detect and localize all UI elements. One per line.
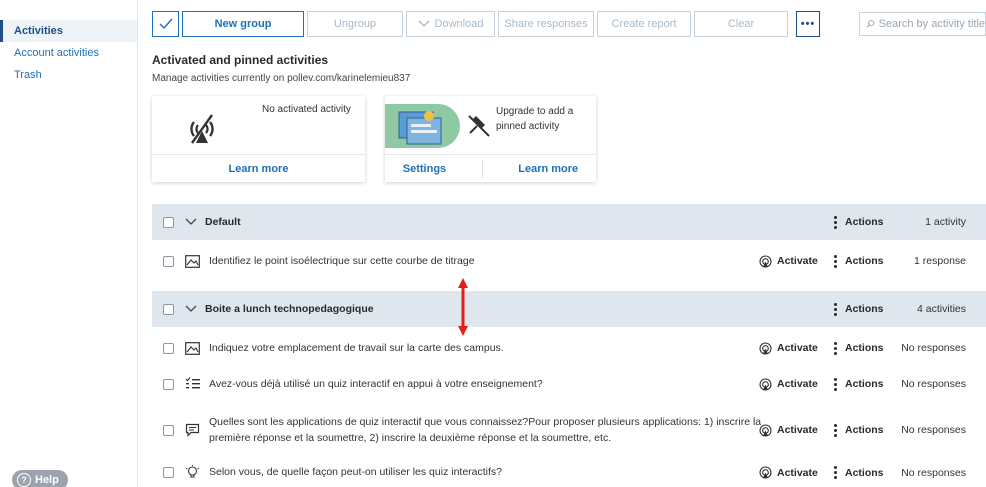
open-ended-icon bbox=[184, 422, 200, 438]
page-title: Activated and pinned activities bbox=[152, 53, 329, 67]
broadcast-off-icon bbox=[190, 114, 214, 144]
kebab-icon bbox=[834, 341, 837, 355]
group-name: Default bbox=[205, 216, 241, 228]
row-checkbox[interactable] bbox=[163, 424, 174, 436]
sidebar-item-activities[interactable]: Activities bbox=[0, 20, 137, 42]
help-button[interactable]: ? Help bbox=[12, 470, 68, 487]
activity-title[interactable]: Quelles sont les applications de quiz in… bbox=[209, 414, 761, 447]
help-icon: ? bbox=[17, 473, 31, 487]
row-checkbox[interactable] bbox=[163, 255, 174, 267]
kebab-icon bbox=[834, 254, 837, 268]
row-actions-menu[interactable]: Actions bbox=[834, 377, 884, 391]
activity-title[interactable]: Avez-vous déjà utilisé un quiz interacti… bbox=[209, 376, 543, 392]
row-actions-menu[interactable]: Actions bbox=[834, 254, 884, 268]
activated-message: No activated activity bbox=[262, 104, 351, 115]
help-label: Help bbox=[35, 474, 59, 486]
row-checkbox[interactable] bbox=[163, 467, 174, 478]
activity-title[interactable]: Selon vous, de quelle façon peut-on util… bbox=[209, 464, 502, 480]
pinned-illustration bbox=[385, 104, 460, 148]
annotation-arrow bbox=[458, 278, 468, 336]
response-count: 1 response bbox=[914, 255, 966, 267]
toolbar: New group Ungroup Download Share respons… bbox=[152, 11, 823, 37]
broadcast-icon bbox=[759, 377, 772, 391]
group-row-default[interactable]: Default Actions 1 activity bbox=[152, 204, 986, 240]
image-icon bbox=[184, 253, 200, 269]
pinned-activity-card: Upgrade to add a pinned activity Setting… bbox=[385, 96, 596, 182]
settings-link[interactable]: Settings bbox=[403, 163, 446, 175]
lightbulb-icon bbox=[184, 465, 200, 481]
group-checkbox[interactable] bbox=[163, 303, 174, 315]
response-count: No responses bbox=[901, 342, 966, 354]
clear-button[interactable]: Clear bbox=[694, 11, 788, 37]
kebab-icon bbox=[834, 466, 837, 479]
activate-button[interactable]: Activate bbox=[759, 377, 818, 391]
download-button[interactable]: Download bbox=[406, 11, 495, 37]
list-item[interactable]: Identifiez le point isoélectrique sur ce… bbox=[152, 243, 986, 279]
activate-button[interactable]: Activate bbox=[759, 341, 818, 355]
kebab-icon bbox=[834, 215, 837, 229]
activate-button[interactable]: Activate bbox=[759, 466, 818, 479]
chevron-down-icon bbox=[418, 20, 429, 27]
list-item[interactable]: Quelles sont les applications de quiz in… bbox=[152, 404, 986, 456]
kebab-icon bbox=[834, 423, 837, 437]
image-icon bbox=[184, 340, 200, 356]
activity-title-line-1: Quelles sont les applications de quiz in… bbox=[209, 415, 762, 428]
chevron-down-icon[interactable] bbox=[185, 218, 197, 226]
select-all-checkbox[interactable] bbox=[152, 11, 179, 37]
pinned-message: Upgrade to add a pinned activity bbox=[496, 106, 574, 132]
group-count: 4 activities bbox=[916, 303, 966, 315]
broadcast-icon bbox=[759, 254, 772, 268]
sidebar-item-trash[interactable]: Trash bbox=[0, 64, 137, 86]
checkmark-icon bbox=[159, 18, 173, 30]
ungroup-button[interactable]: Ungroup bbox=[307, 11, 403, 37]
activate-button[interactable]: Activate bbox=[759, 254, 818, 268]
broadcast-icon bbox=[759, 423, 772, 437]
group-actions-menu[interactable]: Actions bbox=[834, 302, 884, 316]
page-subtitle: Manage activities currently on pollev.co… bbox=[152, 73, 411, 84]
group-row-boite-a-lunch[interactable]: Boite a lunch technopedagogique Actions … bbox=[152, 291, 986, 327]
chevron-down-icon[interactable] bbox=[185, 305, 197, 313]
response-count: No responses bbox=[901, 378, 966, 390]
row-checkbox[interactable] bbox=[163, 342, 174, 354]
download-label: Download bbox=[434, 18, 484, 30]
list-item[interactable]: Avez-vous déjà utilisé un quiz interacti… bbox=[152, 366, 986, 402]
search-placeholder: Search by activity title bbox=[878, 18, 985, 30]
activity-title[interactable]: Indiquez votre emplacement de travail su… bbox=[209, 340, 504, 356]
activity-title[interactable]: Identifiez le point isoélectrique sur ce… bbox=[209, 253, 475, 269]
group-checkbox[interactable] bbox=[163, 216, 174, 228]
activity-title-line-2: première réponse et la soumettre, 2) ins… bbox=[209, 432, 612, 444]
sidebar-item-account-activities[interactable]: Account activities bbox=[0, 42, 137, 64]
row-actions-menu[interactable]: Actions bbox=[834, 341, 884, 355]
search-input[interactable]: Search by activity title bbox=[859, 12, 986, 36]
group-count: 1 activity bbox=[925, 216, 966, 228]
kebab-icon bbox=[834, 377, 837, 391]
create-report-button[interactable]: Create report bbox=[597, 11, 691, 37]
share-responses-button[interactable]: Share responses bbox=[498, 11, 594, 37]
search-icon bbox=[866, 20, 875, 28]
multiple-choice-icon bbox=[184, 376, 200, 392]
sidebar: Activities Account activities Trash ? He… bbox=[0, 0, 138, 487]
more-options-button[interactable]: ••• bbox=[796, 11, 820, 37]
broadcast-icon bbox=[759, 466, 772, 479]
divider bbox=[481, 159, 483, 178]
group-name: Boite a lunch technopedagogique bbox=[205, 303, 374, 315]
response-count: No responses bbox=[901, 424, 966, 436]
pinned-learn-more-link[interactable]: Learn more bbox=[518, 163, 578, 175]
row-actions-menu[interactable]: Actions bbox=[834, 466, 884, 479]
broadcast-icon bbox=[759, 341, 772, 355]
response-count: No responses bbox=[901, 466, 966, 479]
group-actions-menu[interactable]: Actions bbox=[834, 215, 884, 229]
activate-button[interactable]: Activate bbox=[759, 423, 818, 437]
kebab-icon bbox=[834, 302, 837, 316]
pin-off-icon bbox=[468, 115, 490, 137]
row-checkbox[interactable] bbox=[163, 378, 174, 390]
row-actions-menu[interactable]: Actions bbox=[834, 423, 884, 437]
activated-activity-card: No activated activity Learn more bbox=[152, 96, 365, 182]
new-group-button[interactable]: New group bbox=[182, 11, 304, 37]
list-item[interactable]: Selon vous, de quelle façon peut-on util… bbox=[152, 458, 986, 487]
activated-learn-more-link[interactable]: Learn more bbox=[152, 155, 365, 182]
list-item[interactable]: Indiquez votre emplacement de travail su… bbox=[152, 330, 986, 366]
